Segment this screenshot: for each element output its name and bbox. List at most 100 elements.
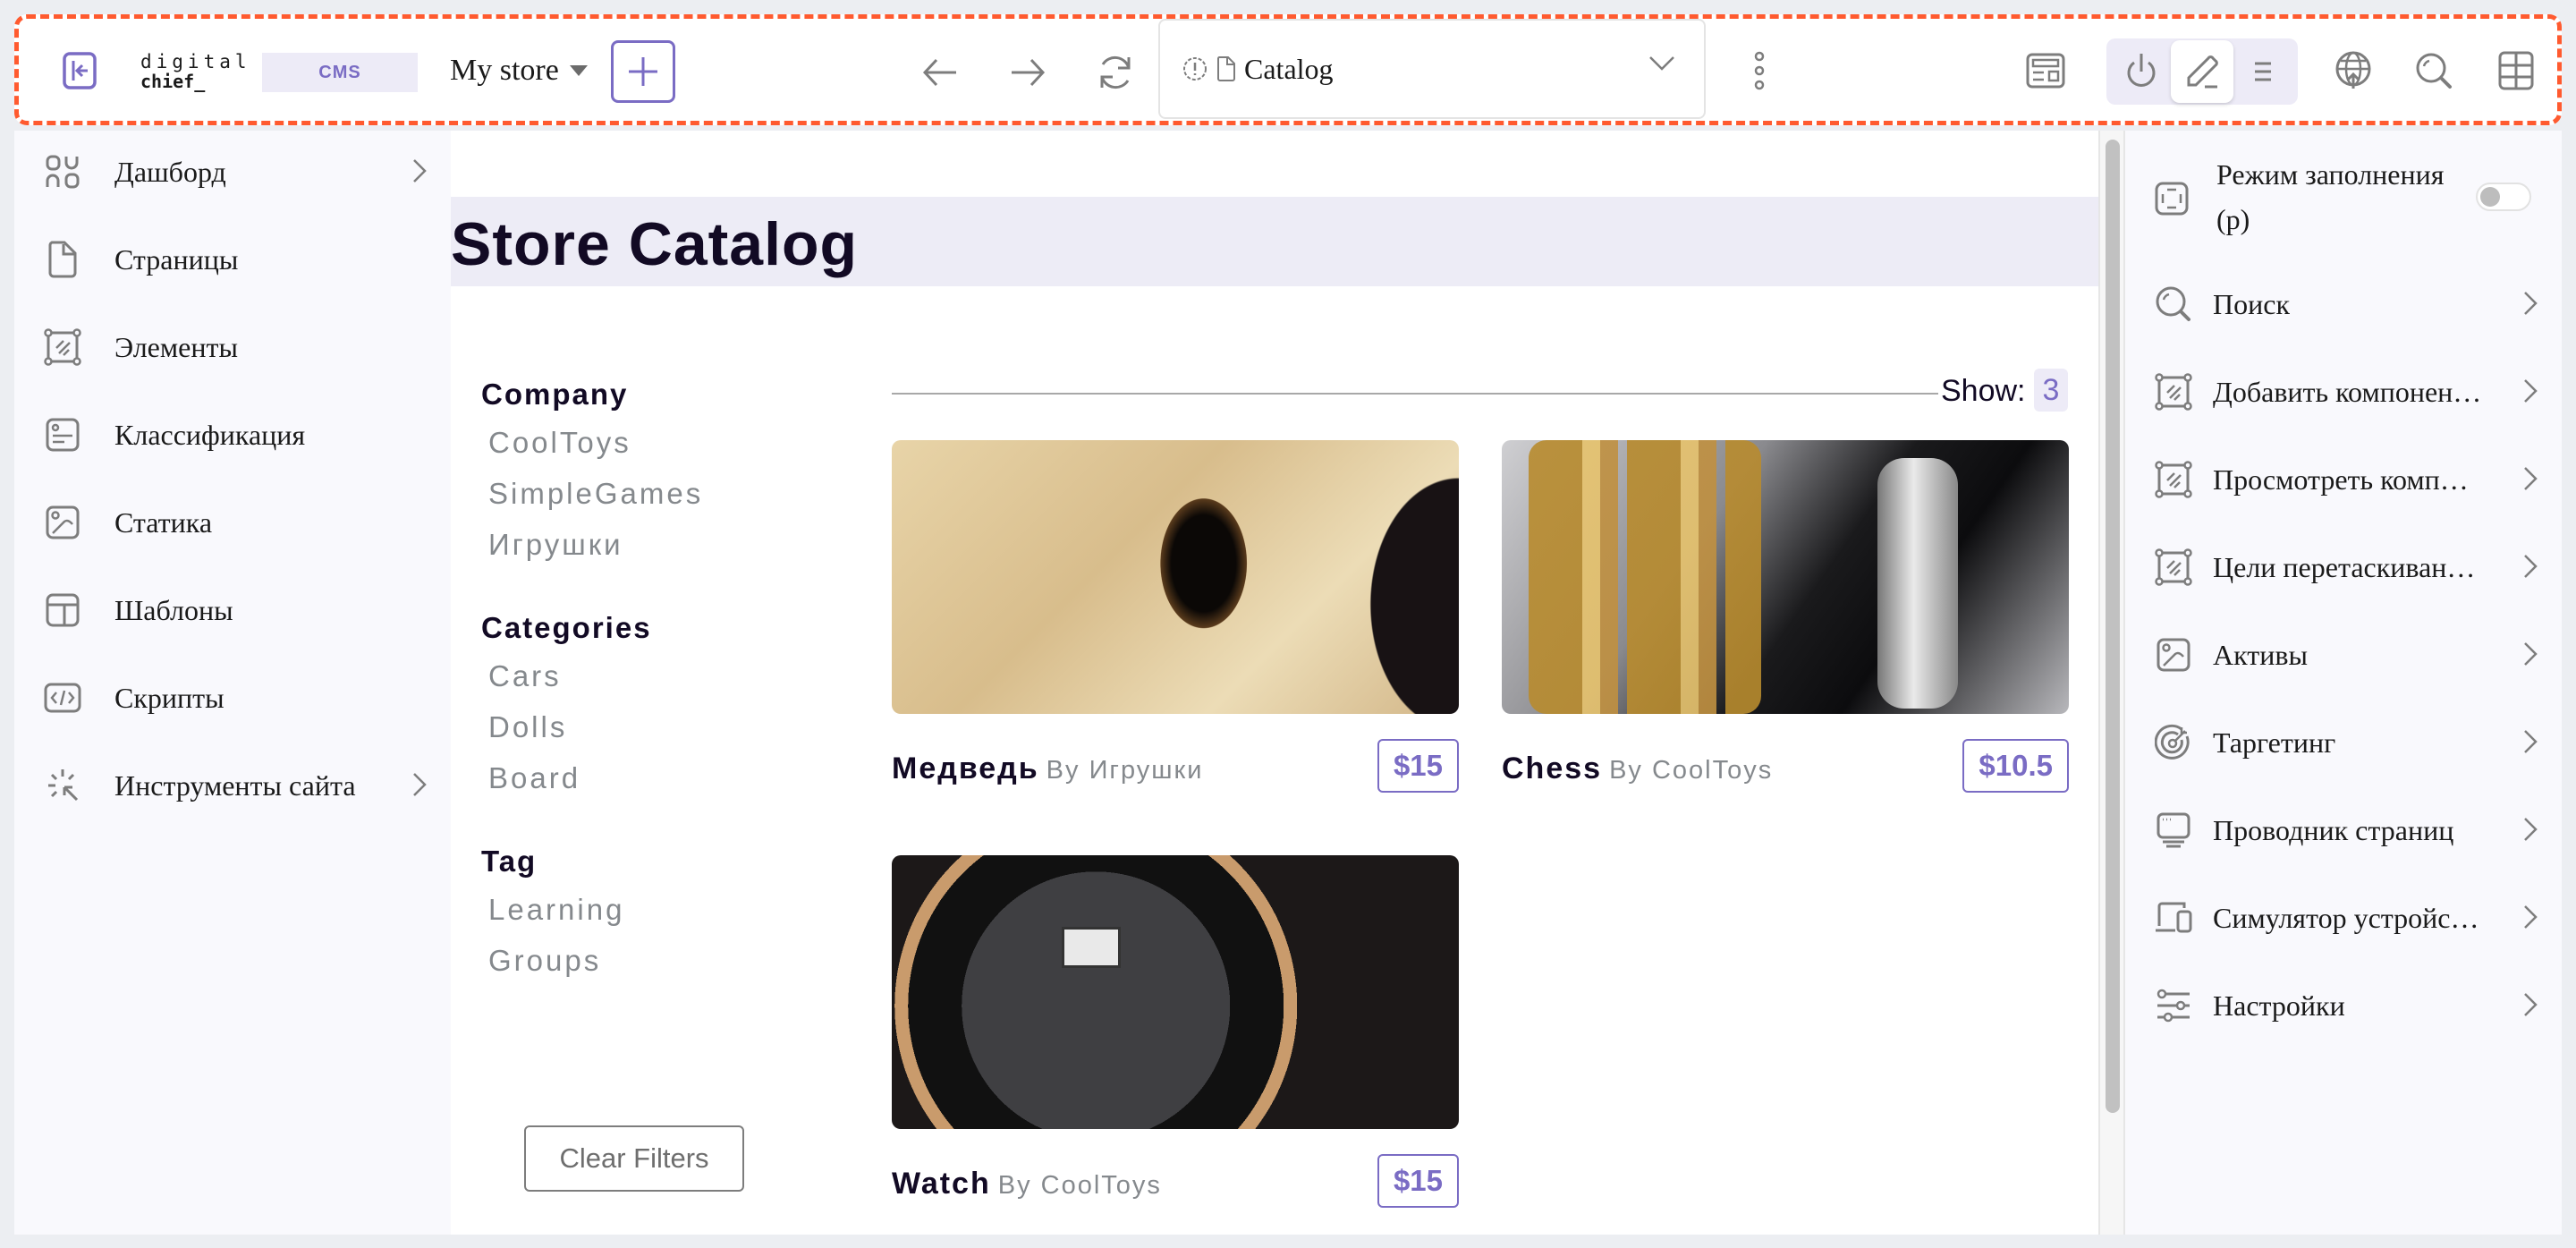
collapse-sidebar-button[interactable] bbox=[62, 51, 97, 90]
right-sidebar: Режим заполнения (p) Поиск Добавить комп… bbox=[2125, 131, 2562, 1235]
search-button[interactable] bbox=[2409, 46, 2459, 96]
grid-button[interactable] bbox=[2491, 46, 2541, 96]
fill-mode-label: Режим заполнения (p) bbox=[2216, 158, 2445, 235]
chevron-right-icon bbox=[411, 157, 428, 184]
sidebar-item-site-tools[interactable]: Инструменты сайта bbox=[43, 759, 428, 812]
sidebar-item-label: Дашборд bbox=[114, 155, 226, 188]
panel-item-search[interactable]: Поиск bbox=[2154, 277, 2538, 331]
page-title: Store Catalog bbox=[451, 210, 859, 278]
panel-item-view-components[interactable]: Просмотреть комп… bbox=[2154, 453, 2538, 506]
component-icon bbox=[2154, 460, 2193, 499]
pencil-icon bbox=[2183, 53, 2221, 90]
panel-item-add-component[interactable]: Добавить компонен… bbox=[2154, 365, 2538, 419]
panel-item-label: Активы bbox=[2213, 638, 2308, 671]
sidebar-item-label: Страницы bbox=[114, 242, 239, 276]
product-card: Watch By CoolToys $15 bbox=[892, 855, 1459, 1218]
chevron-right-icon bbox=[2522, 991, 2538, 1018]
fill-mode-toggle[interactable] bbox=[2476, 183, 2531, 211]
product-title: Watch bbox=[892, 1167, 991, 1201]
plus-icon bbox=[625, 54, 661, 89]
product-image[interactable] bbox=[892, 855, 1459, 1129]
product-price: $10.5 bbox=[1962, 739, 2069, 793]
filter-heading: Tag bbox=[481, 845, 538, 878]
filter-option[interactable]: Игрушки bbox=[481, 519, 839, 570]
filter-option[interactable]: Cars bbox=[481, 650, 839, 701]
chevron-right-icon bbox=[2522, 641, 2538, 667]
chevron-right-icon bbox=[2522, 816, 2538, 843]
panel-item-assets[interactable]: Активы bbox=[2154, 628, 2538, 682]
panel-item-targeting[interactable]: Таргетинг bbox=[2154, 716, 2538, 769]
sidebar-item-templates[interactable]: Шаблоны bbox=[43, 583, 428, 637]
publish-button[interactable] bbox=[2328, 46, 2378, 96]
sidebar-item-label: Элементы bbox=[114, 330, 238, 363]
panel-item-settings[interactable]: Настройки bbox=[2154, 979, 2538, 1032]
fill-mode-row: Режим заполнения (p) bbox=[2154, 152, 2538, 250]
chevron-right-icon bbox=[411, 771, 428, 798]
refresh-icon bbox=[1095, 52, 1136, 93]
chevron-right-icon bbox=[2522, 378, 2538, 404]
sidebar-item-label: Шаблоны bbox=[114, 593, 233, 626]
sidebar-item-dashboard[interactable]: Дашборд bbox=[43, 145, 428, 199]
image-icon bbox=[2154, 635, 2193, 675]
product-name[interactable]: Watch By CoolToys bbox=[892, 1167, 1162, 1201]
filter-option[interactable]: Board bbox=[481, 752, 839, 803]
panel-item-drop-targets[interactable]: Цели перетаскиван… bbox=[2154, 540, 2538, 594]
page-select-value: Catalog bbox=[1244, 52, 1334, 85]
product-card: Chess By CoolToys $10.5 bbox=[1502, 440, 2069, 803]
panel-item-label: Проводник страниц bbox=[2213, 813, 2454, 846]
page-preview: Store Catalog Company CoolToys SimpleGam… bbox=[451, 131, 2098, 1235]
chevron-right-icon bbox=[2522, 728, 2538, 755]
left-sidebar: Дашборд Страницы Элементы Классификация … bbox=[14, 131, 451, 1235]
monitor-icon bbox=[2154, 811, 2193, 850]
sidebar-item-pages[interactable]: Страницы bbox=[43, 233, 428, 286]
sidebar-item-scripts[interactable]: Скрипты bbox=[43, 671, 428, 725]
add-button[interactable] bbox=[611, 40, 675, 103]
store-select[interactable]: My store bbox=[450, 49, 588, 92]
filter-option[interactable]: Groups bbox=[481, 935, 839, 986]
panel-item-label: Симулятор устройс… bbox=[2213, 901, 2479, 934]
search-icon bbox=[2154, 284, 2193, 324]
search-icon bbox=[2414, 51, 2453, 90]
panel-item-label: Поиск bbox=[2213, 287, 2290, 320]
sidebar-item-label: Статика bbox=[114, 505, 213, 539]
back-button[interactable] bbox=[919, 51, 962, 94]
product-image[interactable] bbox=[1502, 440, 2069, 714]
mode-edit-button[interactable] bbox=[2171, 40, 2233, 103]
sidebar-item-classification[interactable]: Классификация bbox=[43, 408, 428, 462]
page-select[interactable]: Catalog bbox=[1158, 19, 1706, 119]
filter-option[interactable]: Dolls bbox=[481, 701, 839, 752]
filter-option[interactable]: CoolToys bbox=[481, 417, 839, 468]
sidebar-item-label: Скрипты bbox=[114, 681, 225, 714]
panel-item-label: Добавить компонен… bbox=[2213, 375, 2482, 408]
chevron-down-icon bbox=[1648, 55, 1675, 72]
scrollbar-thumb[interactable] bbox=[2106, 140, 2120, 1113]
store-select-value: My store bbox=[450, 54, 559, 87]
layout-button[interactable] bbox=[2021, 46, 2071, 96]
layout-icon bbox=[2026, 53, 2065, 89]
product-name[interactable]: Медведь By Игрушки bbox=[892, 751, 1203, 786]
product-name[interactable]: Chess By CoolToys bbox=[1502, 751, 1773, 786]
filter-option[interactable]: Learning bbox=[481, 884, 839, 935]
caret-down-icon bbox=[569, 65, 588, 76]
product-image[interactable] bbox=[892, 440, 1459, 714]
product-vendor: By Игрушки bbox=[1046, 756, 1204, 785]
sidebar-item-static[interactable]: Статика bbox=[43, 496, 428, 549]
fill-mode-icon bbox=[2154, 181, 2190, 216]
template-icon bbox=[43, 590, 82, 630]
more-options-button[interactable] bbox=[1749, 46, 1770, 96]
product-price: $15 bbox=[1377, 1154, 1459, 1208]
logo: digital chief_ bbox=[140, 49, 266, 94]
show-count-select[interactable]: 3 bbox=[2034, 369, 2068, 412]
sidebar-item-elements[interactable]: Элементы bbox=[43, 320, 428, 374]
chevron-right-icon bbox=[2522, 290, 2538, 317]
filter-option[interactable]: SimpleGames bbox=[481, 468, 839, 519]
filter-group-categories: Categories Cars Dolls Board bbox=[481, 606, 839, 803]
clear-filters-button[interactable]: Clear Filters bbox=[524, 1125, 744, 1192]
panel-item-device-simulator[interactable]: Симулятор устройс… bbox=[2154, 891, 2538, 945]
preview-scrollbar[interactable] bbox=[2098, 131, 2125, 1235]
panel-item-page-explorer[interactable]: Проводник страниц bbox=[2154, 803, 2538, 857]
forward-button[interactable] bbox=[1006, 51, 1049, 94]
mode-power-button[interactable] bbox=[2110, 40, 2173, 103]
refresh-button[interactable] bbox=[1092, 49, 1139, 96]
mode-list-button[interactable] bbox=[2232, 40, 2294, 103]
